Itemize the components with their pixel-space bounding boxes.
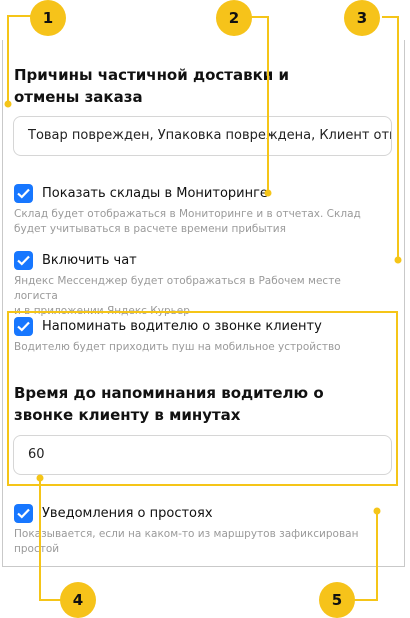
callout-marker-2: 2	[216, 0, 252, 36]
callout-marker-5: 5	[319, 582, 355, 618]
callout-lines	[4, 15, 402, 601]
callout-marker-1: 1	[30, 0, 66, 36]
callout-marker-4: 4	[60, 582, 96, 618]
callout-marker-3: 3	[344, 0, 380, 36]
